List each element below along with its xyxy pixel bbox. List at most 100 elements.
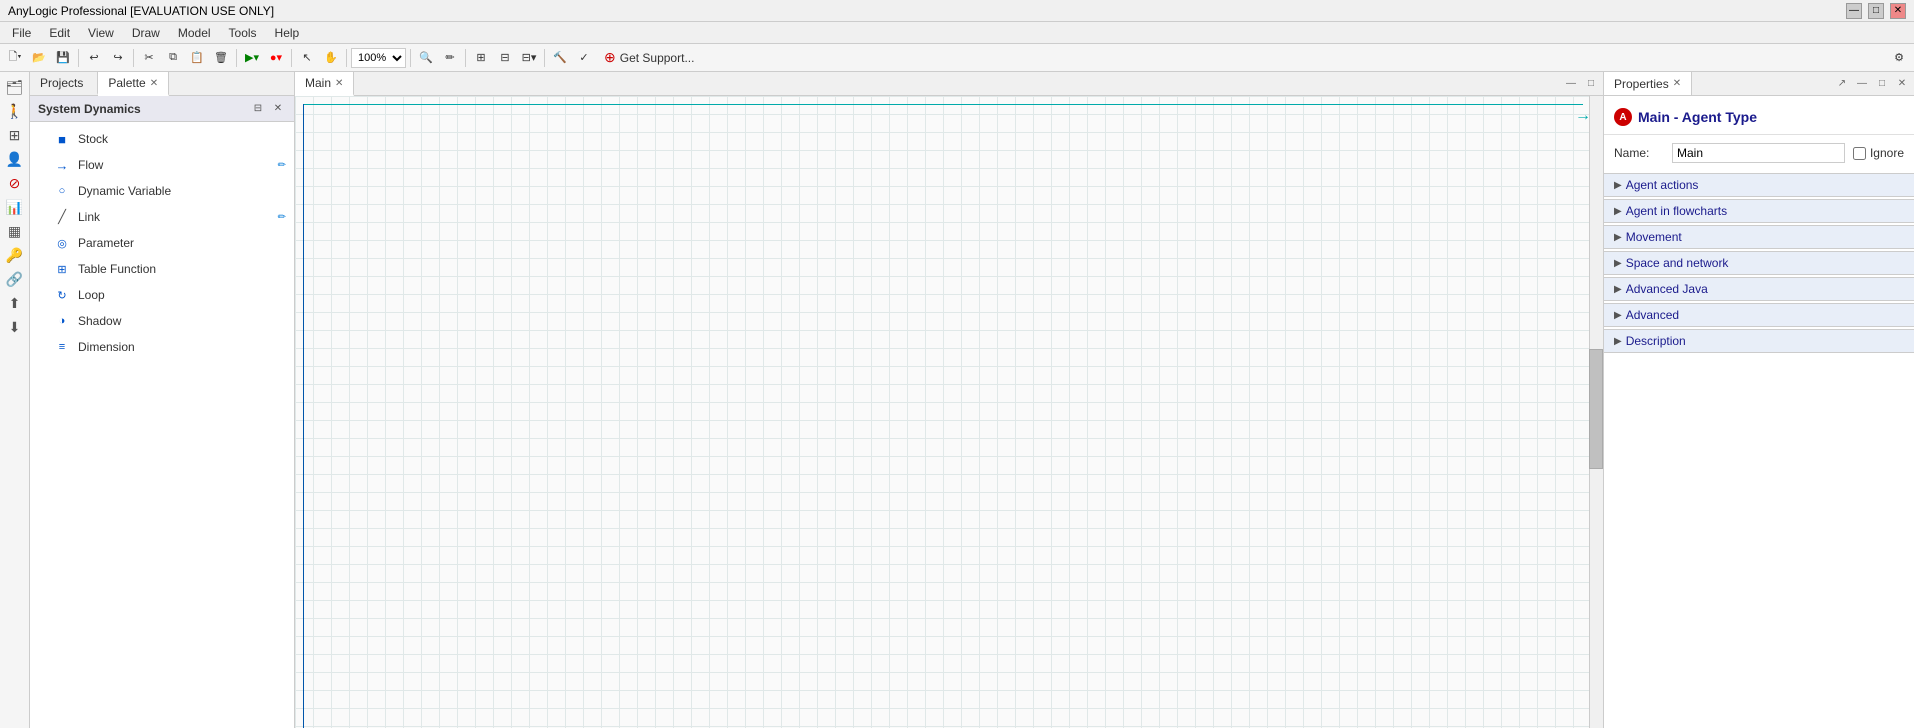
- undo-button[interactable]: ↩: [83, 47, 105, 69]
- palette-item-dynamic-variable[interactable]: ○ Dynamic Variable: [30, 178, 294, 204]
- palette-item-table-function[interactable]: ⊞ Table Function: [30, 256, 294, 282]
- layout-button[interactable]: ⊟▾: [518, 47, 540, 69]
- menu-item-file[interactable]: File: [4, 24, 39, 42]
- delete-button[interactable]: 🗑: [210, 47, 232, 69]
- copy-button[interactable]: ⧉: [162, 47, 184, 69]
- palette-close-icon[interactable]: ✕: [270, 101, 286, 117]
- sidebar-key-icon[interactable]: 🔑: [4, 244, 26, 266]
- canvas-min-button[interactable]: —: [1563, 76, 1579, 92]
- palette-item-flow[interactable]: → Flow ✏: [30, 152, 294, 178]
- select-button[interactable]: ↖: [296, 47, 318, 69]
- prop-section-agent-actions-arrow: ▶: [1614, 180, 1622, 191]
- palette-item-shadow[interactable]: ◑ Shadow: [30, 308, 294, 334]
- prop-section-agent-actions[interactable]: ▶ Agent actions: [1604, 173, 1914, 197]
- prop-name-input[interactable]: [1672, 143, 1845, 163]
- menu-item-draw[interactable]: Draw: [124, 24, 168, 42]
- flow-edit-icon[interactable]: ✏: [278, 160, 286, 171]
- sidebar-download-icon[interactable]: ⬇: [4, 316, 26, 338]
- properties-close-button[interactable]: ✕: [1894, 76, 1910, 92]
- palette-item-stock[interactable]: ■ Stock: [30, 126, 294, 152]
- canvas-scrollbar[interactable]: [1589, 96, 1603, 728]
- palette-item-parameter[interactable]: ◎ Parameter: [30, 230, 294, 256]
- palette-item-loop[interactable]: ↻ Loop: [30, 282, 294, 308]
- canvas-grid[interactable]: →: [295, 96, 1603, 728]
- tab-palette[interactable]: Palette ✕: [98, 72, 169, 96]
- sidebar-link-icon[interactable]: 🔗: [4, 268, 26, 290]
- prop-name-row: Name: Ignore: [1604, 139, 1914, 171]
- menu-item-help[interactable]: Help: [267, 24, 308, 42]
- properties-max-button[interactable]: □: [1874, 76, 1890, 92]
- new-button[interactable]: 🗋▾: [4, 47, 26, 69]
- paste-button[interactable]: 📋: [186, 47, 208, 69]
- link-edit-icon[interactable]: ✏: [278, 212, 286, 223]
- draw-button[interactable]: ✏: [439, 47, 461, 69]
- properties-tab-icons: ↗ — □ ✕: [1834, 76, 1914, 92]
- sidebar-person-icon[interactable]: 👤: [4, 148, 26, 170]
- menu-item-edit[interactable]: Edit: [41, 24, 78, 42]
- separator-5: [346, 49, 347, 67]
- properties-min-button[interactable]: —: [1854, 76, 1870, 92]
- grid-snap-button[interactable]: ⊞: [470, 47, 492, 69]
- run-button[interactable]: ▶▾: [241, 47, 263, 69]
- menu-item-tools[interactable]: Tools: [221, 24, 265, 42]
- menu-item-model[interactable]: Model: [170, 24, 219, 42]
- prop-section-advanced-java[interactable]: ▶ Advanced Java: [1604, 277, 1914, 301]
- sidebar-data-icon[interactable]: ▦: [4, 220, 26, 242]
- sidebar-project-icon[interactable]: 🗂: [4, 76, 26, 98]
- tab-properties-close[interactable]: ✕: [1673, 78, 1681, 89]
- get-support-button[interactable]: ⊕ Get Support...: [597, 46, 701, 69]
- menu-item-view[interactable]: View: [80, 24, 122, 42]
- pan-button[interactable]: ✋: [320, 47, 342, 69]
- prop-section-space-network[interactable]: ▶ Space and network: [1604, 251, 1914, 275]
- open-button[interactable]: 📂: [28, 47, 50, 69]
- separator-3: [236, 49, 237, 67]
- redo-button[interactable]: ↪: [107, 47, 129, 69]
- build-button[interactable]: 🔨: [549, 47, 571, 69]
- flow-icon: →: [54, 157, 70, 173]
- save-button[interactable]: 💾: [52, 47, 74, 69]
- magnify-button[interactable]: 🔍: [415, 47, 437, 69]
- tab-palette-close[interactable]: ✕: [150, 78, 158, 89]
- align-button[interactable]: ⊟: [494, 47, 516, 69]
- properties-external-icon[interactable]: ↗: [1834, 76, 1850, 92]
- palette-item-link[interactable]: ╱ Link ✏: [30, 204, 294, 230]
- properties-panel: Properties ✕ ↗ — □ ✕ A Main - Agent Type…: [1604, 72, 1914, 728]
- prop-section-advanced[interactable]: ▶ Advanced: [1604, 303, 1914, 327]
- sidebar-agent-icon[interactable]: 🚶: [4, 100, 26, 122]
- check-button[interactable]: ✓: [573, 47, 595, 69]
- titlebar: AnyLogic Professional [EVALUATION USE ON…: [0, 0, 1914, 22]
- close-button[interactable]: ✕: [1890, 3, 1906, 19]
- tab-main-close[interactable]: ✕: [335, 78, 343, 89]
- prop-ignore-checkbox[interactable]: [1853, 147, 1866, 160]
- tab-properties-label: Properties: [1614, 77, 1669, 91]
- prop-section-description[interactable]: ▶ Description: [1604, 329, 1914, 353]
- palette-item-flow-label: Flow: [78, 158, 270, 172]
- menubar: FileEditViewDrawModelToolsHelp: [0, 22, 1914, 44]
- sidebar-grid-icon[interactable]: ⊞: [4, 124, 26, 146]
- tab-properties[interactable]: Properties ✕: [1604, 72, 1692, 95]
- cut-button[interactable]: ✂: [138, 47, 160, 69]
- canvas-scrollthumb[interactable]: [1589, 349, 1603, 469]
- get-support-label: Get Support...: [620, 51, 695, 65]
- stop-button[interactable]: ●▾: [265, 47, 287, 69]
- agent-type-icon: A: [1614, 108, 1632, 126]
- maximize-button[interactable]: □: [1868, 3, 1884, 19]
- zoom-select[interactable]: 100% 50% 75% 150% 200%: [351, 48, 406, 68]
- sidebar-chart-icon[interactable]: 📊: [4, 196, 26, 218]
- tab-projects[interactable]: Projects: [30, 72, 98, 95]
- palette-layout-icon[interactable]: ⊟: [250, 101, 266, 117]
- canvas-border-top: →: [303, 104, 1583, 106]
- prop-section-agent-flowcharts[interactable]: ▶ Agent in flowcharts: [1604, 199, 1914, 223]
- prop-section-advanced-label: Advanced: [1626, 308, 1679, 322]
- sidebar-upload-icon[interactable]: ⬆: [4, 292, 26, 314]
- palette-item-dimension[interactable]: ≡ Dimension: [30, 334, 294, 360]
- canvas-max-button[interactable]: □: [1583, 76, 1599, 92]
- palette-item-shadow-label: Shadow: [78, 314, 286, 328]
- sidebar-error-icon[interactable]: ⊘: [4, 172, 26, 194]
- settings-button[interactable]: ⚙: [1888, 47, 1910, 69]
- minimize-button[interactable]: —: [1846, 3, 1862, 19]
- canvas-content[interactable]: →: [295, 96, 1603, 728]
- prop-section-movement[interactable]: ▶ Movement: [1604, 225, 1914, 249]
- table-function-icon: ⊞: [54, 261, 70, 277]
- tab-main[interactable]: Main ✕: [295, 72, 354, 96]
